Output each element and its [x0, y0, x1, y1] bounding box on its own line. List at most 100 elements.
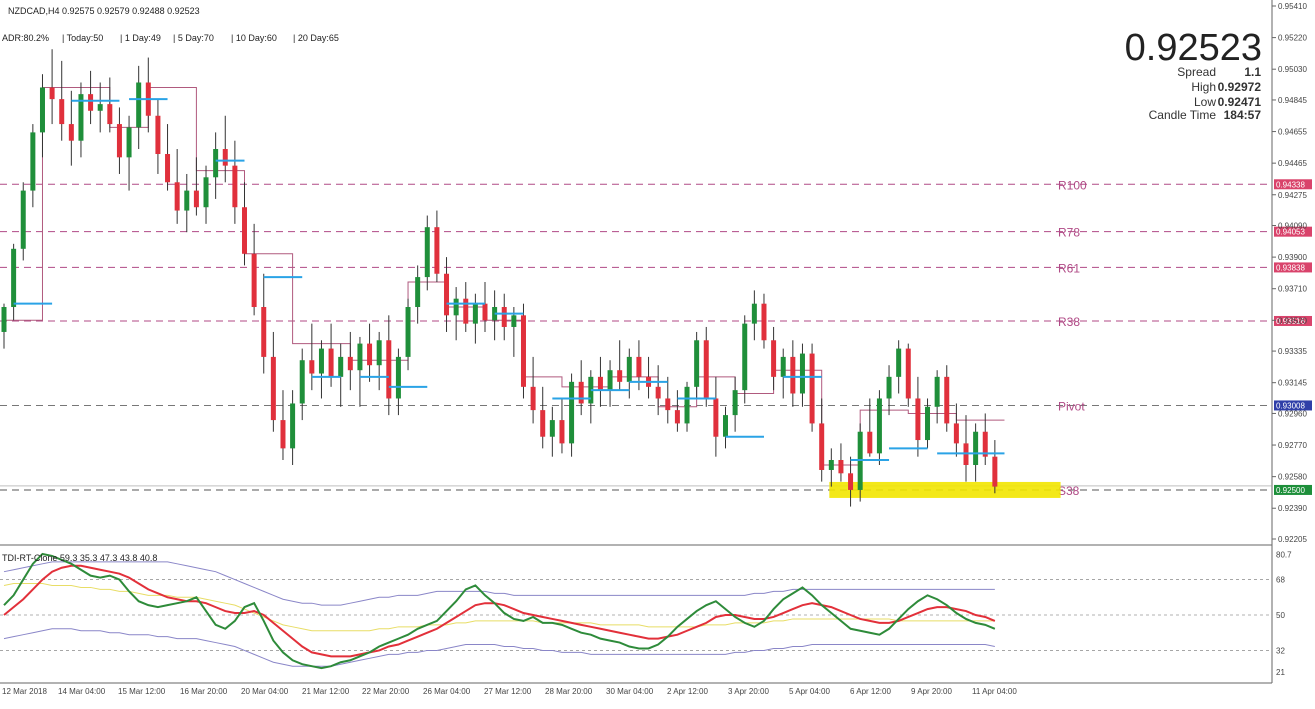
high-value: 0.92972	[1218, 80, 1262, 94]
candle-body	[597, 376, 603, 391]
price-tick-label: 0.93520	[1278, 316, 1307, 325]
level-tag-text-r61: 0.93838	[1276, 263, 1305, 272]
candle-body	[261, 307, 267, 357]
candle-body	[540, 410, 546, 437]
candle-body	[896, 348, 902, 377]
candle-body	[463, 298, 469, 324]
indicator-tick-label: 50	[1276, 611, 1285, 620]
candle-body	[107, 104, 113, 125]
low-value: 0.92471	[1218, 95, 1262, 109]
candle-body	[299, 360, 305, 404]
candle-body	[915, 398, 921, 441]
candle-body	[20, 190, 26, 249]
time-label: 22 Mar 20:00	[362, 687, 410, 696]
indicator-panel: 80.7 68 50 32 21	[0, 551, 1292, 677]
time-label: 30 Mar 04:00	[606, 687, 654, 696]
indicator-tick-label: 68	[1276, 576, 1285, 585]
candle-body	[520, 315, 526, 387]
candle-body	[925, 406, 931, 441]
candle-body	[617, 370, 623, 382]
candle-body	[549, 420, 555, 437]
candle-body	[703, 340, 709, 399]
candle-body	[30, 132, 36, 191]
adr-1day: | 1 Day:49	[120, 33, 161, 43]
candle-body	[184, 190, 190, 211]
candle-body	[867, 431, 873, 454]
chart-canvas[interactable]: R100 0.94338R78 0.94053R61 0.93838R38 0.9351…	[0, 0, 1315, 704]
level-label-pivot: Pivot	[1058, 399, 1085, 413]
candle-body	[242, 207, 247, 254]
price-tick-label: 0.92390	[1278, 504, 1307, 513]
candle-body	[607, 370, 613, 391]
symbol-line: NZDCAD,H4 0.92575 0.92579 0.92488 0.9252…	[8, 6, 200, 16]
candle-body	[376, 340, 382, 366]
candle-body	[434, 227, 440, 274]
candle-body	[809, 353, 815, 424]
price-tick-label: 0.94465	[1278, 159, 1307, 168]
spread-value: 1.1	[1244, 65, 1261, 79]
candle-body	[270, 356, 276, 421]
candle-body	[395, 356, 401, 399]
level-label-r61: R61	[1058, 261, 1080, 275]
time-label: 28 Mar 20:00	[545, 687, 593, 696]
candle-body	[636, 356, 642, 377]
support-zone	[829, 481, 1061, 498]
upper-band	[3, 561, 995, 606]
candle-body	[742, 323, 748, 391]
candle-body	[318, 348, 324, 374]
candle-body	[126, 127, 132, 158]
candle-body	[472, 303, 478, 324]
candle-body	[68, 124, 74, 141]
candle-body	[905, 348, 911, 399]
time-label: 11 Apr 04:00	[972, 687, 1017, 696]
candle-body	[155, 115, 161, 155]
price-tick-label: 0.92960	[1278, 409, 1307, 418]
candle-body	[357, 343, 363, 371]
price-tick-label: 0.95410	[1278, 2, 1307, 11]
candle-body	[780, 356, 786, 377]
candle-body	[511, 315, 517, 327]
time-label: 12 Mar 2018	[2, 687, 47, 696]
price-tick-label: 0.94655	[1278, 128, 1307, 137]
time-label: 9 Apr 20:00	[911, 687, 952, 696]
candle-body	[203, 177, 209, 208]
candle-body	[165, 154, 171, 183]
pivot-step-line	[4, 86, 1005, 466]
adr-bar: ADR:80.2% | Today:50 | 1 Day:49 | 5 Day:…	[2, 33, 339, 43]
forex-chart[interactable]: R100 0.94338 R78 0.94053 R61 0.93838 R38 0.9351…	[0, 0, 1315, 704]
candle-body	[453, 298, 459, 316]
candle-body	[213, 149, 219, 178]
time-label: 26 Mar 04:00	[423, 687, 471, 696]
level-tag-text-r100: 0.94338	[1276, 180, 1305, 189]
candle-body	[655, 386, 661, 399]
candle-body	[59, 99, 65, 125]
time-label: 6 Apr 12:00	[850, 687, 891, 696]
price-tick-label: 0.94845	[1278, 96, 1307, 105]
low-label: Low	[1194, 95, 1216, 109]
candle-body	[232, 165, 238, 208]
time-label: 14 Mar 04:00	[58, 687, 106, 696]
candle-body	[761, 303, 767, 341]
candle-body	[848, 473, 854, 490]
candle-body	[732, 390, 738, 416]
candle-body	[88, 94, 94, 111]
candle-body	[559, 420, 565, 444]
price-tick-label: 0.92205	[1278, 535, 1307, 544]
level-lines: R100 0.94338R78 0.94053R61 0.93838R38 0.9351…	[0, 178, 1312, 498]
candle-body	[415, 277, 421, 308]
candle-body	[193, 190, 199, 208]
candle-body	[97, 104, 103, 111]
candle-body	[713, 398, 719, 437]
candle-body	[136, 82, 142, 128]
candle-body	[424, 227, 430, 278]
indicator-tick-label: 80.7	[1276, 551, 1292, 560]
rsi-price-line	[3, 552, 996, 670]
candle-body	[280, 420, 286, 449]
spread-label: Spread	[1177, 65, 1216, 79]
price-tick-label: 0.92770	[1278, 441, 1307, 450]
time-axis: 12 Mar 2018 14 Mar 04:00 15 Mar 12:00 16 Ma…	[2, 687, 1017, 696]
info-panel: Spread 1.1 High 0.92972 Low 0.92471 Cand…	[1149, 65, 1262, 122]
time-label: 15 Mar 12:00	[118, 687, 166, 696]
price-tick-label: 0.93710	[1278, 285, 1307, 294]
price-tick-label: 0.93900	[1278, 253, 1307, 262]
